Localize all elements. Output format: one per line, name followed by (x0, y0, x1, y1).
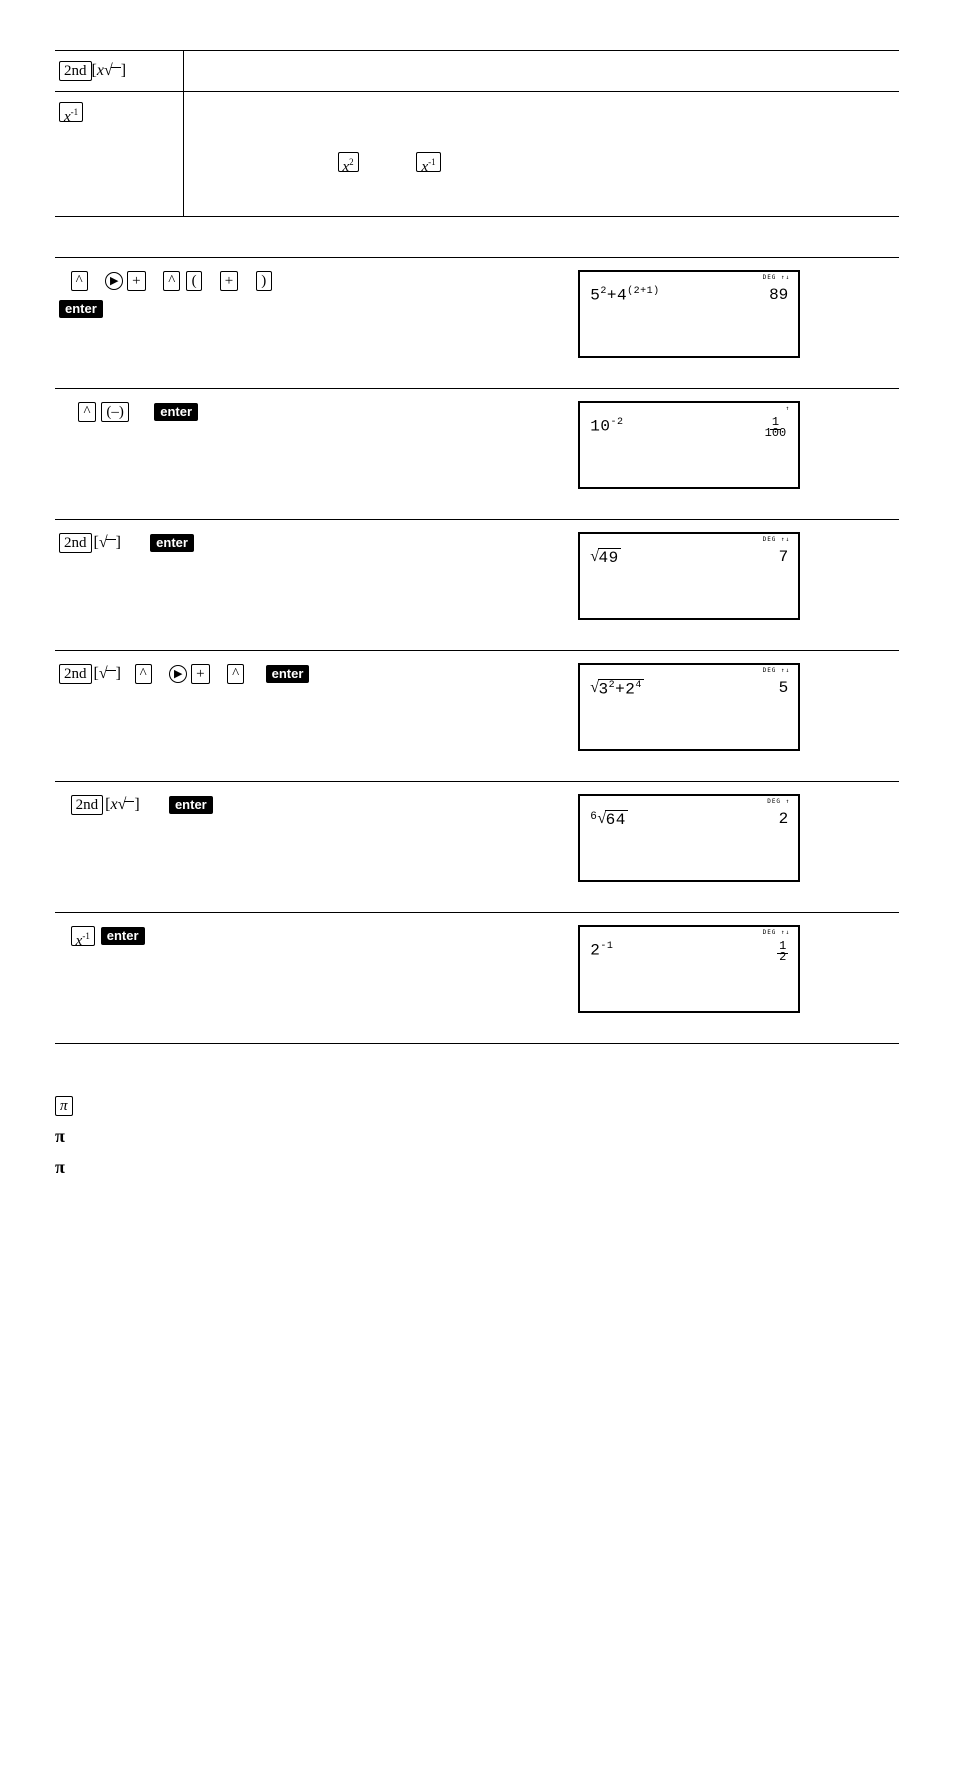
example-4-screen-cell: DEG ↑↓ √32+24 5 (544, 651, 899, 782)
caret-key-2: ^ (227, 664, 244, 684)
xroot-bracket: [x√] (92, 62, 127, 80)
pi-key: π (55, 1096, 73, 1116)
screen-input: 10-2 (590, 417, 623, 435)
x-squared-key: x2 (338, 152, 359, 172)
screen-indicator: DEG ↑↓ (763, 536, 791, 543)
enter-key: enter (59, 300, 103, 318)
screen-input: 52+4(2+1) (590, 286, 659, 304)
calculator-screen-4: DEG ↑↓ √32+24 5 (578, 663, 800, 751)
screen-output: 12 (777, 941, 788, 963)
example-6-keys: x-1 enter (55, 913, 544, 1044)
plus-key: + (127, 271, 145, 291)
example-5-screen-cell: DEG ↑ 6√64 2 (544, 782, 899, 913)
second-key: 2nd (59, 533, 92, 553)
example-1-keys: ^ ▶ + ^ ( + ) enter (55, 258, 544, 389)
screen-input: √32+24 (590, 679, 644, 698)
second-key: 2nd (59, 664, 92, 684)
screen-indicator: DEG ↑↓ (763, 667, 791, 674)
calculator-screen-5: DEG ↑ 6√64 2 (578, 794, 800, 882)
sqrt-bracket: [√] (94, 660, 121, 688)
right-arrow-icon: ▶ (105, 272, 123, 290)
rparen-key: ) (256, 271, 272, 291)
lparen-key: ( (186, 271, 202, 291)
caret-key: ^ (71, 271, 88, 291)
screen-output: 1100 (763, 417, 789, 439)
pi-section: π π π (55, 1094, 899, 1178)
sqrt-bracket: [√] (94, 529, 121, 557)
enter-key: enter (154, 403, 198, 421)
xroot-bracket: [x√] (105, 791, 140, 819)
enter-key: enter (266, 665, 310, 683)
pi-text-1: π (55, 1126, 899, 1147)
cell-xinv-desc: x2 x-1 (183, 92, 899, 217)
example-4-keys: 2nd[√] ^ ▶ + ^ enter (55, 651, 544, 782)
screen-indicator: DEG ↑ (767, 798, 790, 805)
screen-indicator: DEG ↑↓ (763, 274, 791, 281)
screen-indicator: DEG ↑↓ (763, 929, 791, 936)
enter-key: enter (169, 796, 213, 814)
pi-text-2: π (55, 1157, 899, 1178)
screen-input: 2-1 (590, 941, 613, 959)
example-3-keys: 2nd[√] enter (55, 520, 544, 651)
calculator-screen-2: ↑ 10-2 1100 (578, 401, 800, 489)
calculator-screen-6: DEG ↑↓ 2-1 12 (578, 925, 800, 1013)
cell-xroot-key: 2nd[x√] (55, 51, 183, 92)
example-1-screen-cell: DEG ↑↓ 52+4(2+1) 89 (544, 258, 899, 389)
example-5-keys: 2nd[x√] enter (55, 782, 544, 913)
caret-key-2: ^ (163, 271, 180, 291)
cell-xroot-desc (183, 51, 899, 92)
example-2-keys: ^ (–) enter (55, 389, 544, 520)
plus-key: + (191, 664, 209, 684)
caret-key: ^ (78, 402, 95, 422)
enter-key: enter (101, 927, 145, 945)
screen-output: 2 (779, 810, 789, 828)
screen-output: 89 (769, 286, 788, 304)
screen-output: 5 (779, 679, 789, 697)
screen-input: √49 (590, 548, 620, 567)
screen-output: 7 (779, 548, 789, 566)
right-arrow-icon: ▶ (169, 665, 187, 683)
example-3-screen-cell: DEG ↑↓ √49 7 (544, 520, 899, 651)
screen-input: 6√64 (590, 810, 628, 829)
function-key-reference-table: 2nd[x√] x-1 x2 x-1 (55, 50, 899, 217)
caret-key: ^ (135, 664, 152, 684)
example-6-screen-cell: DEG ↑↓ 2-1 12 (544, 913, 899, 1044)
screen-indicator: ↑ (786, 405, 791, 412)
example-2-screen-cell: ↑ 10-2 1100 (544, 389, 899, 520)
cell-xinv-key: x-1 (55, 92, 183, 217)
second-key: 2nd (59, 61, 92, 81)
calculator-screen-3: DEG ↑↓ √49 7 (578, 532, 800, 620)
calculator-screen-1: DEG ↑↓ 52+4(2+1) 89 (578, 270, 800, 358)
negate-key: (–) (101, 402, 129, 422)
examples-table: ^ ▶ + ^ ( + ) enter DEG ↑↓ 52+4(2+1) 89 (55, 257, 899, 1044)
x-inverse-key-inline: x-1 (416, 152, 440, 172)
enter-key: enter (150, 534, 194, 552)
x-inverse-key: x-1 (59, 102, 83, 122)
second-key: 2nd (71, 795, 104, 815)
plus-key-2: + (220, 271, 238, 291)
x-inverse-key: x-1 (71, 926, 95, 946)
